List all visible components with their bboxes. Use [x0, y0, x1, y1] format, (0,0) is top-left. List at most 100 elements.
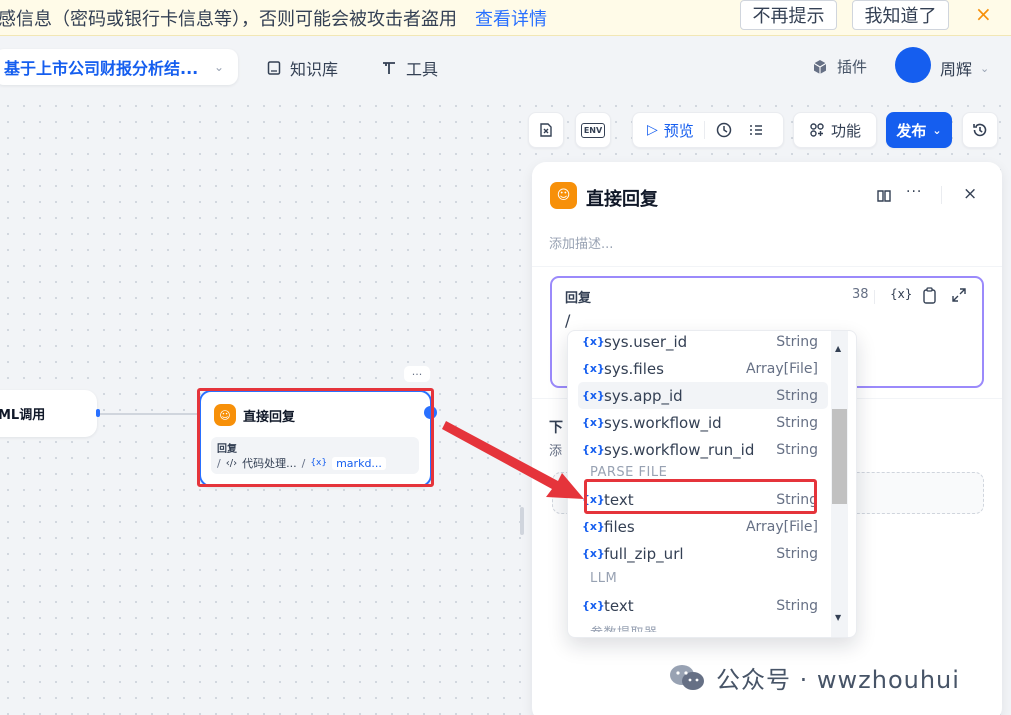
variable-icon: {x}: [582, 520, 605, 533]
var-name: files: [604, 517, 635, 536]
plugins-button[interactable]: 插件: [811, 56, 867, 77]
publish-label: 发布: [896, 121, 927, 140]
var-item[interactable]: {x} sys.workflow_run_id String: [578, 436, 828, 463]
group-header-parse-file: PARSE FILE: [590, 465, 668, 480]
scroll-up-icon[interactable]: ▲: [835, 344, 841, 353]
var-name: sys.user_id: [604, 332, 688, 351]
var-name: text: [604, 596, 634, 615]
variable-icon: {x}: [582, 335, 605, 348]
preview-group: ▷ 预览: [632, 112, 784, 148]
edge-line: [100, 413, 200, 415]
run-history-icon[interactable]: [715, 121, 733, 139]
avatar[interactable]: [895, 47, 931, 83]
got-it-button[interactable]: 我知道了: [852, 0, 949, 30]
description-input[interactable]: 添加描述...: [549, 233, 613, 252]
variable-icon: {x}: [582, 389, 605, 402]
var-item[interactable]: {x} full_zip_url String: [578, 540, 828, 567]
group-header-next: 参数提取器: [590, 622, 658, 632]
help-book-icon[interactable]: [876, 188, 892, 204]
variable-icon: {x}: [582, 547, 605, 560]
var-type: String: [776, 414, 818, 431]
group-header-llm: LLM: [590, 571, 618, 586]
var-type: String: [776, 545, 818, 562]
plugins-label: 插件: [837, 58, 868, 76]
variable-icon[interactable]: {x}: [890, 287, 912, 301]
char-count: 38: [852, 287, 869, 302]
env-button[interactable]: ENV: [575, 112, 611, 148]
var-item[interactable]: {x} text String: [578, 592, 828, 619]
dont-remind-button[interactable]: 不再提示: [740, 0, 837, 30]
highlight-box-text-variable: [584, 479, 817, 514]
scrollbar-thumb[interactable]: [832, 409, 847, 504]
var-name: sys.app_id: [604, 386, 683, 405]
checklist-icon: [540, 123, 552, 137]
nav-knowledge[interactable]: 知识库: [266, 56, 338, 80]
preview-button[interactable]: 预览: [664, 120, 694, 141]
chevron-down-icon: ⌄: [980, 61, 990, 75]
highlight-box-node: [197, 388, 434, 487]
history-icon: [973, 123, 987, 137]
checklist-button[interactable]: [528, 112, 564, 148]
node-more-button[interactable]: ···: [404, 366, 430, 382]
app-name: 基于上市公司财报分析结...: [4, 59, 199, 78]
publish-button[interactable]: 发布 ⌄: [886, 112, 952, 148]
version-history-button[interactable]: [962, 112, 998, 148]
llm-node[interactable]: ML调用: [0, 390, 97, 437]
chevron-down-icon: ⌄: [213, 60, 224, 74]
wechat-icon: [670, 664, 704, 690]
user-name: 周辉: [940, 60, 973, 79]
var-type: String: [776, 333, 818, 350]
play-icon[interactable]: ▷: [647, 122, 658, 138]
checklist-icon[interactable]: [747, 121, 765, 139]
var-item[interactable]: {x} sys.app_id String: [578, 382, 828, 409]
features-button[interactable]: 功能: [793, 112, 877, 148]
divider: [941, 186, 942, 204]
editor-content[interactable]: /: [565, 311, 570, 330]
var-name: full_zip_url: [604, 544, 684, 563]
llm-node-label: ML调用: [0, 408, 46, 423]
divider: [532, 266, 1002, 267]
book-icon: [267, 61, 281, 75]
features-icon: [810, 123, 824, 137]
features-label: 功能: [830, 121, 861, 140]
annotation-arrow: [442, 421, 584, 499]
warning-text: 感信息（密码或银行卡信息等），否则可能会被攻击者盗用: [0, 8, 457, 30]
reply-editor-label: 回复: [565, 291, 592, 306]
close-icon[interactable]: ×: [963, 184, 977, 204]
env-icon: ENV: [580, 122, 606, 138]
nav-tools[interactable]: 工具: [380, 56, 438, 80]
var-type: String: [776, 597, 818, 614]
variable-icon: {x}: [582, 362, 605, 375]
nav-knowledge-label: 知识库: [290, 60, 339, 79]
var-type: Array[File]: [745, 360, 818, 377]
variable-icon: {x}: [582, 599, 605, 612]
var-type: String: [776, 441, 818, 458]
chevron-down-icon: ⌄: [932, 123, 942, 137]
watermark-text: 公众号 · wwzhouhui: [716, 666, 960, 694]
var-type: Array[File]: [745, 518, 818, 535]
var-item[interactable]: {x} sys.user_id String: [578, 331, 828, 355]
var-item[interactable]: {x} files Array[File]: [578, 513, 828, 540]
user-menu[interactable]: 周辉 ⌄: [940, 56, 989, 80]
watermark: 公众号 · wwzhouhui: [668, 660, 960, 695]
var-item[interactable]: {x} sys.workflow_id String: [578, 409, 828, 436]
divider: [874, 290, 875, 304]
nav-tools-label: 工具: [406, 60, 439, 79]
panel-title: 直接回复: [586, 189, 658, 210]
clipboard-icon[interactable]: [922, 287, 937, 304]
top-header: 基于上市公司财报分析结... ⌄ 知识库 工具 插件 周辉 ⌄: [0, 36, 1011, 98]
scrollbar[interactable]: ▲ ▼: [831, 331, 848, 637]
scroll-down-icon[interactable]: ▼: [835, 613, 841, 622]
expand-icon[interactable]: [952, 288, 966, 302]
reply-node-icon: ☺: [550, 182, 577, 209]
var-name: sys.workflow_run_id: [604, 440, 755, 459]
view-details-link[interactable]: 查看详情: [475, 5, 547, 31]
cube-icon: [813, 59, 827, 74]
var-type: String: [776, 387, 818, 404]
app-selector[interactable]: 基于上市公司财报分析结... ⌄: [0, 49, 238, 85]
var-item[interactable]: {x} sys.files Array[File]: [578, 355, 828, 382]
close-icon[interactable]: ×: [975, 2, 992, 26]
var-name: sys.workflow_id: [604, 413, 722, 432]
var-name: sys.files: [604, 359, 664, 378]
more-icon[interactable]: ···: [906, 184, 922, 200]
